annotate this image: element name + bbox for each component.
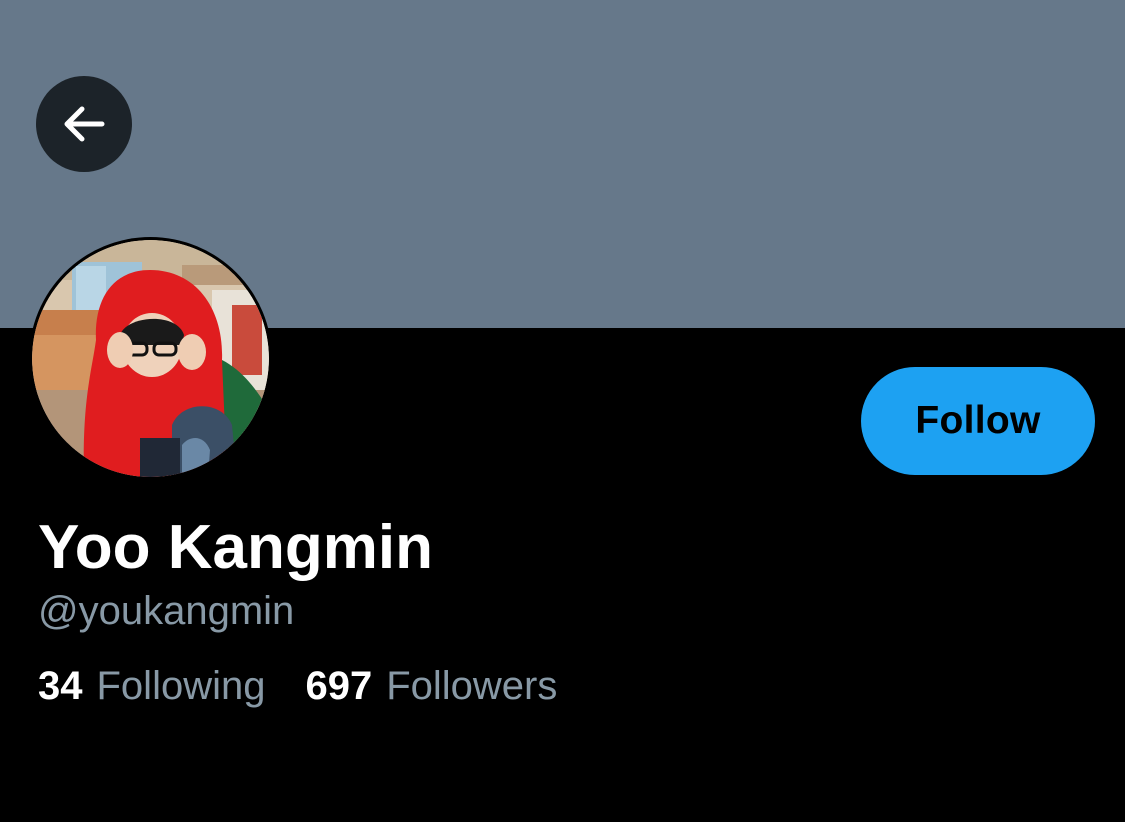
following-stat[interactable]: 34 Following [38, 660, 265, 712]
followers-count: 697 [305, 664, 373, 708]
followers-stat[interactable]: 697 Followers [305, 660, 557, 712]
display-name: Yoo Kangmin [38, 513, 433, 582]
follow-button[interactable]: Follow [861, 367, 1095, 475]
followers-label: Followers [386, 664, 558, 708]
avatar[interactable] [29, 237, 272, 480]
back-button[interactable] [36, 76, 132, 172]
profile-stats: 34 Following 697 Followers [38, 660, 557, 712]
user-handle: @youkangmin [38, 589, 295, 633]
arrow-left-icon [64, 106, 105, 142]
avatar-photo [32, 240, 269, 477]
following-count: 34 [38, 664, 83, 708]
profile-screen: Follow Yoo Kangmin @youkangmin 34 Follow… [0, 0, 1125, 822]
following-label: Following [96, 664, 266, 708]
